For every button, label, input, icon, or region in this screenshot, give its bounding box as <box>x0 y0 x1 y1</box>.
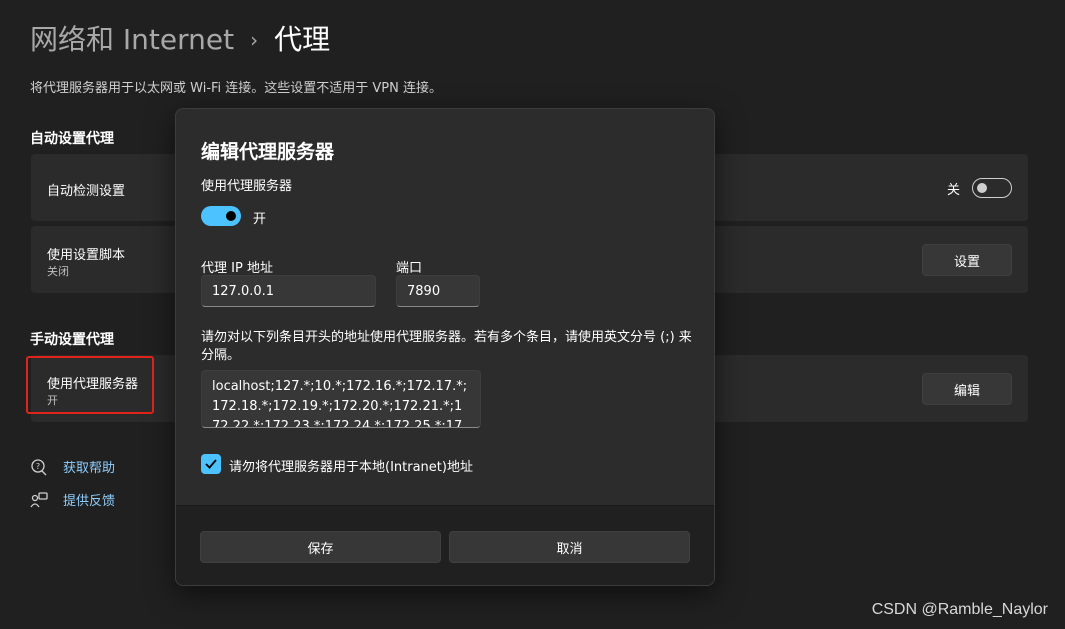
auto-detect-toggle-group: 关 <box>947 178 1012 198</box>
page-title: 代理 <box>274 23 331 56</box>
use-proxy-toggle[interactable] <box>201 206 241 226</box>
local-bypass-checkbox[interactable] <box>201 454 221 474</box>
page-description: 将代理服务器用于以太网或 Wi-Fi 连接。这些设置不适用于 VPN 连接。 <box>30 81 443 96</box>
checkmark-icon <box>205 459 217 469</box>
svg-text:?: ? <box>36 462 40 471</box>
exceptions-textarea[interactable]: localhost;127.*;10.*;172.16.*;172.17.*;1… <box>201 370 481 428</box>
breadcrumb: 网络和 Internet › 代理 <box>30 22 330 58</box>
auto-detect-toggle-state: 关 <box>946 182 960 198</box>
edit-proxy-dialog: 编辑代理服务器 使用代理服务器 开 代理 IP 地址 127.0.0.1 端口 … <box>175 108 715 586</box>
highlight-annotation-box <box>26 356 154 414</box>
save-button[interactable]: 保存 <box>200 531 441 563</box>
watermark: CSDN @Ramble_Naylor <box>871 601 1048 618</box>
auto-detect-title: 自动检测设置 <box>47 184 126 199</box>
manual-proxy-section-label: 手动设置代理 <box>30 332 114 348</box>
setup-script-title: 使用设置脚本 <box>47 248 126 263</box>
port-input[interactable]: 7890 <box>396 275 480 307</box>
edit-proxy-button[interactable]: 编辑 <box>922 373 1012 405</box>
use-proxy-label: 使用代理服务器 <box>201 179 293 194</box>
breadcrumb-parent[interactable]: 网络和 Internet <box>30 22 234 58</box>
help-icon: ? <box>31 458 47 475</box>
auto-detect-toggle[interactable] <box>972 178 1012 198</box>
exceptions-label: 请勿对以下列条目开头的地址使用代理服务器。若有多个条目，请使用英文分号 (;) … <box>201 330 692 363</box>
dialog-title: 编辑代理服务器 <box>201 141 335 163</box>
give-feedback-label: 提供反馈 <box>63 494 116 509</box>
feedback-icon <box>30 491 48 507</box>
get-help-label: 获取帮助 <box>63 461 116 476</box>
give-feedback-link[interactable]: 提供反馈 <box>30 490 115 509</box>
port-label: 端口 <box>396 261 423 276</box>
setup-script-button[interactable]: 设置 <box>922 244 1012 276</box>
local-bypass-label: 请勿将代理服务器用于本地(Intranet)地址 <box>229 460 473 475</box>
proxy-ip-input[interactable]: 127.0.0.1 <box>201 275 376 307</box>
setup-script-status: 关闭 <box>47 265 69 278</box>
cancel-button[interactable]: 取消 <box>449 531 690 563</box>
use-proxy-toggle-state: 开 <box>253 212 267 227</box>
proxy-ip-label: 代理 IP 地址 <box>201 261 273 276</box>
auto-proxy-section-label: 自动设置代理 <box>30 131 114 147</box>
dialog-footer: 保存 取消 <box>176 505 714 585</box>
breadcrumb-separator-icon: › <box>250 28 259 52</box>
get-help-link[interactable]: ? 获取帮助 <box>30 457 115 476</box>
